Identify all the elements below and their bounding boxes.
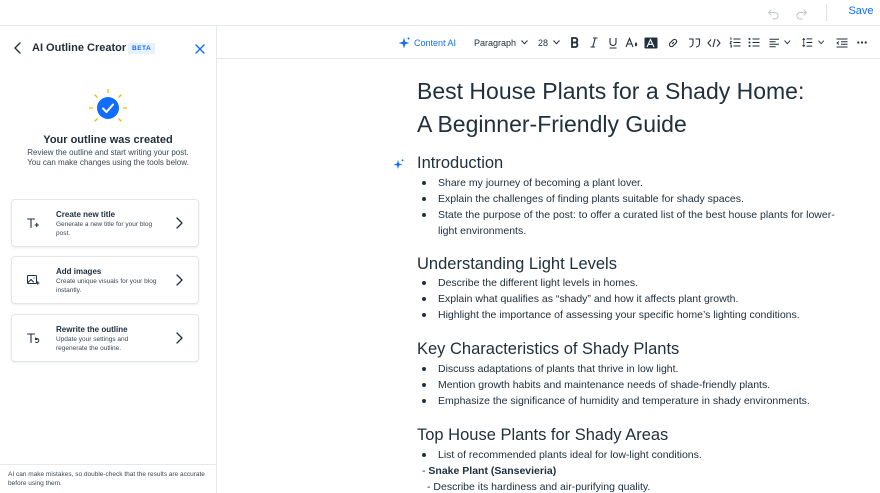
- bold-icon[interactable]: [569, 35, 581, 50]
- content-ai-button[interactable]: Content AI: [398, 35, 456, 50]
- ai-sparkle-icon[interactable]: [393, 157, 404, 169]
- align-left-icon: [769, 38, 779, 47]
- top-bar: Save: [0, 0, 880, 26]
- list-item[interactable]: Highlight the importance of assessing yo…: [417, 307, 837, 323]
- success-check-icon: [88, 88, 128, 128]
- list-item[interactable]: Describe the different light levels in h…: [417, 275, 837, 291]
- success-desc-line-2: You can make changes using the tools bel…: [27, 158, 189, 167]
- code-icon[interactable]: [707, 35, 721, 50]
- chevron-down-icon: [784, 40, 791, 45]
- list-item[interactable]: Discuss adaptations of plants that thriv…: [417, 361, 837, 377]
- plant-name-line[interactable]: - Snake Plant (Sansevieria): [422, 463, 556, 479]
- bullet-list: Discuss adaptations of plants that thriv…: [417, 361, 837, 409]
- beta-badge: BETA: [128, 43, 156, 54]
- underline-icon[interactable]: [607, 35, 619, 50]
- section-heading[interactable]: Introduction: [417, 153, 503, 173]
- redo-icon[interactable]: [792, 4, 810, 22]
- card-title: Create new title: [56, 210, 116, 219]
- italic-icon[interactable]: [588, 35, 600, 50]
- list-item[interactable]: State the purpose of the post: to offer …: [417, 207, 837, 239]
- numbered-list-icon[interactable]: [728, 35, 742, 50]
- list-item[interactable]: List of recommended plants ideal for low…: [417, 447, 837, 463]
- close-icon[interactable]: [193, 42, 207, 56]
- card-title: Rewrite the outline: [56, 325, 128, 334]
- card-description: Update your settings and regenerate the …: [56, 336, 129, 352]
- list-item[interactable]: Share my journey of becoming a plant lov…: [417, 175, 837, 191]
- chevron-right-icon: [172, 273, 186, 287]
- card-description: Generate a new title for your blog post.: [56, 221, 153, 237]
- list-item[interactable]: Emphasize the significance of humidity a…: [417, 393, 837, 409]
- post-title-line-2: A Beginner-Friendly Guide: [417, 111, 687, 137]
- ai-outline-panel: AI Outline Creator BETA Your outline was…: [0, 26, 217, 493]
- plant-name: Snake Plant (Sansevieria): [428, 465, 557, 477]
- success-message: Your outline was created Review the outl…: [0, 88, 216, 168]
- line-spacing-icon: [802, 37, 813, 48]
- list-item[interactable]: Explain the challenges of finding plants…: [417, 191, 837, 207]
- paragraph-style-dropdown[interactable]: Paragraph: [474, 35, 528, 50]
- post-title[interactable]: Best House Plants for a Shady Home: A Be…: [417, 75, 857, 141]
- plant-description-line[interactable]: - Describe its hardiness and air-purifyi…: [427, 479, 650, 493]
- add-images-card[interactable]: Add images Create unique visuals for you…: [11, 256, 199, 304]
- chevron-down-icon: [553, 40, 560, 45]
- bullet-list: Describe the different light levels in h…: [417, 275, 837, 323]
- chevron-down-icon: [817, 40, 824, 45]
- card-description: Create unique visuals for your blog inst…: [56, 278, 157, 294]
- panel-title: AI Outline Creator: [32, 42, 127, 54]
- bullet-list: Share my journey of becoming a plant lov…: [417, 175, 837, 239]
- back-arrow-icon[interactable]: [11, 41, 25, 55]
- section-heading[interactable]: Understanding Light Levels: [417, 254, 617, 274]
- image-add-icon: [26, 273, 40, 287]
- content-ai-label: Content AI: [414, 37, 457, 48]
- chevron-right-icon: [172, 216, 186, 230]
- list-item[interactable]: Explain what qualifies as “shady” and ho…: [417, 291, 837, 307]
- post-title-line-1: Best House Plants for a Shady Home:: [417, 78, 805, 104]
- card-title: Add images: [56, 267, 102, 276]
- success-description: Review the outline and start writing you…: [0, 148, 216, 168]
- section-heading[interactable]: Top House Plants for Shady Areas: [417, 425, 668, 445]
- topbar-divider: [826, 4, 827, 21]
- chevron-right-icon: [172, 331, 186, 345]
- more-options-icon[interactable]: [855, 35, 868, 50]
- undo-icon[interactable]: [764, 4, 782, 22]
- panel-header: AI Outline Creator BETA: [0, 26, 216, 70]
- highlight-color-icon[interactable]: [644, 35, 658, 50]
- font-size-dropdown[interactable]: 28: [538, 35, 560, 50]
- create-new-title-card[interactable]: Create new title Generate a new title fo…: [11, 199, 199, 247]
- list-item[interactable]: Mention growth habits and maintenance ne…: [417, 377, 837, 393]
- sparkle-icon: [398, 37, 410, 48]
- success-desc-line-1: Review the outline and start writing you…: [27, 148, 189, 157]
- quote-icon[interactable]: [687, 35, 701, 50]
- section-heading[interactable]: Key Characteristics of Shady Plants: [417, 339, 679, 359]
- font-size-value: 28: [538, 37, 549, 48]
- ai-disclaimer: AI can make mistakes, so double-check th…: [0, 464, 216, 493]
- text-title-icon: [26, 216, 40, 230]
- line-spacing-dropdown[interactable]: [802, 35, 824, 50]
- bulleted-list-icon[interactable]: [747, 35, 761, 50]
- success-heading: Your outline was created: [43, 134, 173, 146]
- save-button[interactable]: Save: [846, 5, 876, 17]
- chevron-down-icon: [521, 40, 528, 45]
- outdent-icon[interactable]: [835, 35, 848, 50]
- text-align-dropdown[interactable]: [769, 35, 791, 50]
- bullet-list: List of recommended plants ideal for low…: [417, 447, 837, 463]
- rewrite-outline-card[interactable]: Rewrite the outline Update your settings…: [11, 314, 199, 362]
- editor-toolbar: Content AI Paragraph 28: [217, 26, 880, 59]
- link-icon[interactable]: [666, 35, 679, 50]
- text-rewrite-icon: [26, 331, 40, 345]
- text-color-icon[interactable]: [625, 35, 639, 50]
- paragraph-style-value: Paragraph: [474, 37, 517, 48]
